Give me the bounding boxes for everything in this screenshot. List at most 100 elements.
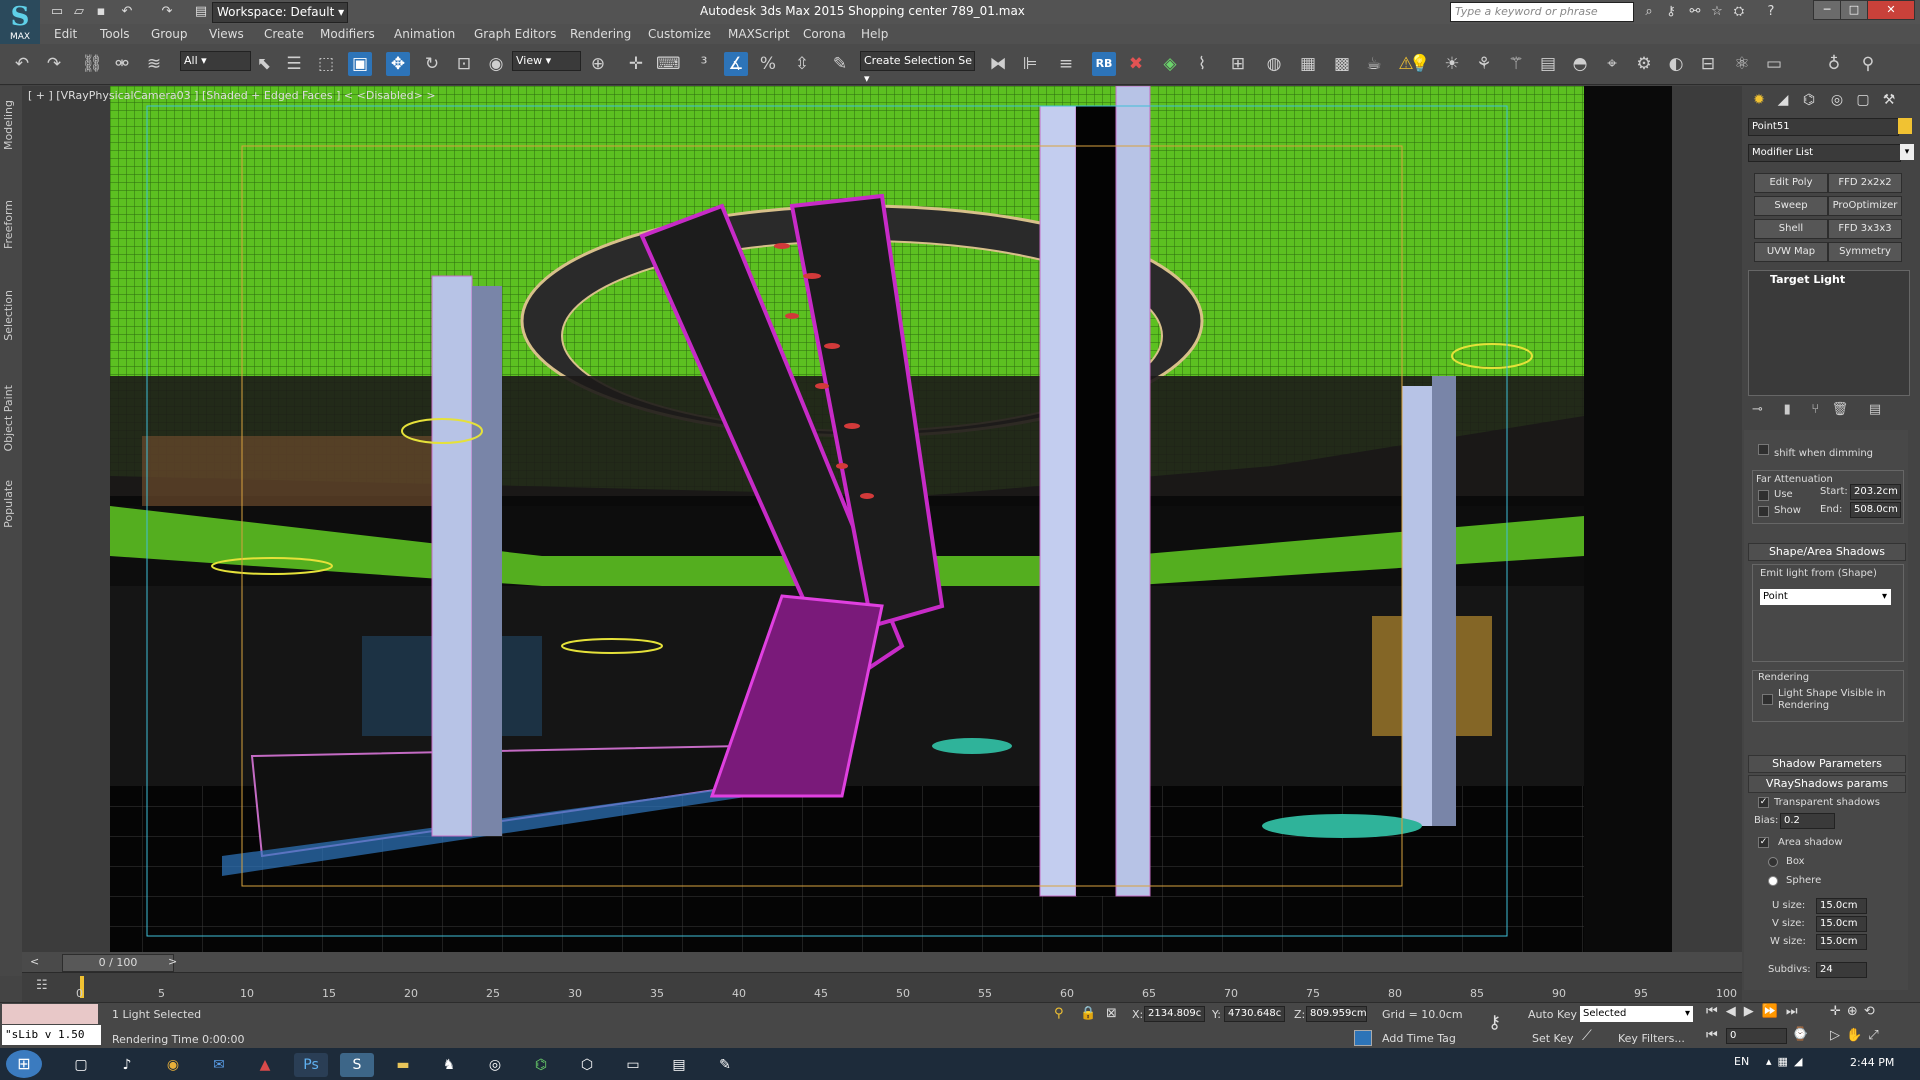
material-editor-icon[interactable]: ◍ xyxy=(1262,52,1286,76)
tray-volume-icon[interactable]: ◢ xyxy=(1794,1055,1808,1068)
workspace-dropdown[interactable]: Workspace: Default ▾ xyxy=(212,2,348,23)
graphite-tools-icon[interactable]: ✖ xyxy=(1124,52,1148,76)
angle-snap-icon[interactable]: ∡ xyxy=(724,52,748,76)
absolute-mode-icon[interactable]: ⊠ xyxy=(1106,1006,1117,1021)
snaps-toggle-icon[interactable]: ³ xyxy=(692,52,716,76)
vray-fur-icon[interactable]: ⚚ xyxy=(1504,52,1528,76)
isolate-selection-icon[interactable]: ⚲ xyxy=(1054,1006,1064,1021)
viewport-label-menu[interactable]: [ + ] [VRayPhysicalCamera03 ] [Shaded + … xyxy=(28,89,436,102)
mirror-icon[interactable]: ⧓ xyxy=(986,52,1010,76)
vray-settings-icon[interactable]: ⊟ xyxy=(1696,52,1720,76)
taskbar-3dsmax-icon[interactable]: S xyxy=(340,1053,374,1077)
render-production-icon[interactable]: ☕ xyxy=(1362,52,1386,76)
time-slider-next[interactable]: > xyxy=(168,955,177,968)
taskbar-app-icon[interactable]: ♞ xyxy=(432,1053,466,1077)
light-shape-visible-checkbox[interactable] xyxy=(1762,694,1773,705)
tray-arrow-icon[interactable]: ▴ xyxy=(1766,1055,1778,1068)
vray-dome-icon[interactable]: ⚲ xyxy=(1856,52,1880,76)
sphere-radio[interactable] xyxy=(1768,876,1778,886)
windows-start-icon[interactable]: ⊞ xyxy=(6,1050,42,1078)
modifier-edit-poly-button[interactable]: Edit Poly xyxy=(1754,173,1828,193)
make-unique-icon[interactable]: ⑂ xyxy=(1811,402,1819,417)
taskbar-explorer-icon[interactable]: ▢ xyxy=(64,1053,98,1077)
dimming-checkbox[interactable] xyxy=(1758,444,1769,455)
menu-tools[interactable]: Tools xyxy=(100,27,130,41)
key-mode-toggle-icon[interactable]: ⏮ xyxy=(1706,1028,1718,1043)
tab-object-paint[interactable]: Object Paint xyxy=(2,385,15,452)
menu-create[interactable]: Create xyxy=(264,27,304,41)
open-file-icon[interactable]: ▱ xyxy=(70,3,88,21)
maximize-button[interactable]: □ xyxy=(1840,0,1868,20)
search-input[interactable]: Type a keyword or phrase xyxy=(1450,2,1634,22)
scale-icon[interactable]: ⊡ xyxy=(452,52,476,76)
keyboard-shortcut-icon[interactable]: ⌨ xyxy=(656,52,681,76)
default-in-out-tangent-icon[interactable]: ⟋ xyxy=(1582,1028,1592,1044)
taskbar-photoshop-icon[interactable]: Ps xyxy=(294,1053,328,1077)
time-configuration-icon[interactable]: ⌚ xyxy=(1792,1027,1808,1042)
modifier-list-dropdown[interactable]: Modifier List xyxy=(1748,144,1901,162)
tab-freeform[interactable]: Freeform xyxy=(2,200,15,249)
menu-views[interactable]: Views xyxy=(209,27,244,41)
zoom-icon[interactable]: ✛ xyxy=(1830,1004,1847,1019)
binoculars-icon[interactable]: ⌕ xyxy=(1640,3,1658,21)
stack-item-target-light[interactable]: Target Light xyxy=(1752,273,1920,287)
maximize-viewport-icon[interactable]: ⤢ xyxy=(1868,1028,1884,1043)
star-icon[interactable]: ☆ xyxy=(1708,3,1726,21)
rotate-icon[interactable]: ↻ xyxy=(420,52,444,76)
vray-material-icon[interactable]: ◐ xyxy=(1664,52,1688,76)
vray-plane-icon[interactable]: ▤ xyxy=(1536,52,1560,76)
add-time-tag[interactable]: Add Time Tag xyxy=(1382,1032,1456,1045)
subdivs-field[interactable]: 24 xyxy=(1816,962,1867,978)
new-file-icon[interactable]: ▭ xyxy=(48,3,66,21)
go-to-end-icon[interactable]: ⏭ xyxy=(1786,1004,1806,1019)
app-menu-button[interactable]: S MAX xyxy=(0,0,40,44)
tab-populate[interactable]: Populate xyxy=(2,480,15,528)
modifier-ffd-2x2x2-button[interactable]: FFD 2x2x2 xyxy=(1828,173,1902,193)
time-slider-thumb[interactable]: 0 / 100 xyxy=(62,954,174,972)
menu-rendering[interactable]: Rendering xyxy=(570,27,631,41)
vray-frame-buffer-icon[interactable]: ⚙ xyxy=(1632,52,1656,76)
modifier-ffd-3x3x3-button[interactable]: FFD 3x3x3 xyxy=(1828,219,1902,239)
close-button[interactable]: ✕ xyxy=(1867,0,1915,20)
key-set-dropdown[interactable]: Selected ▾ xyxy=(1580,1006,1693,1022)
project-folder-icon[interactable]: ▤ xyxy=(192,3,210,21)
area-shadow-checkbox[interactable]: ✓ xyxy=(1758,837,1769,848)
go-to-start-icon[interactable]: ⏮ xyxy=(1706,1004,1726,1019)
modifier-shell-button[interactable]: Shell xyxy=(1754,219,1828,239)
x-coordinate-field[interactable]: 2134.809c xyxy=(1144,1006,1205,1022)
curve-editor-mini-icon[interactable]: ☷ xyxy=(36,978,48,993)
menu-animation[interactable]: Animation xyxy=(394,27,455,41)
taskbar-monitor-icon[interactable]: ▭ xyxy=(616,1053,650,1077)
far-start-field[interactable]: 203.2cm xyxy=(1850,484,1901,500)
vray-ies-icon[interactable]: ♁ xyxy=(1822,52,1846,76)
menu-group[interactable]: Group xyxy=(151,27,188,41)
rb-plugin-button[interactable]: RB xyxy=(1092,52,1116,76)
taskbar-folder-icon[interactable]: ▬ xyxy=(386,1053,420,1077)
menu-maxscript[interactable]: MAXScript xyxy=(728,27,790,41)
shadow-parameters-rollout[interactable]: Shadow Parameters xyxy=(1748,755,1906,773)
undo-icon[interactable]: ↶ xyxy=(10,52,34,76)
select-object-icon[interactable]: ⬉ xyxy=(252,52,276,76)
orbit-icon[interactable]: ⟲ xyxy=(1864,1004,1881,1019)
previous-frame-icon[interactable]: ◀ xyxy=(1726,1004,1744,1019)
v-size-field[interactable]: 15.0cm xyxy=(1816,916,1867,932)
time-slider-prev[interactable]: < xyxy=(30,955,39,968)
u-size-field[interactable]: 15.0cm xyxy=(1816,898,1867,914)
track-bar[interactable] xyxy=(22,972,1742,1003)
taskbar-outlook-icon[interactable]: ✉ xyxy=(202,1053,236,1077)
schematic-view-icon[interactable]: ⊞ xyxy=(1226,52,1250,76)
tab-selection[interactable]: Selection xyxy=(2,290,15,341)
select-by-name-icon[interactable]: ☰ xyxy=(282,52,306,76)
taskbar-notepad-icon[interactable]: ▤ xyxy=(662,1053,696,1077)
key-filters-button[interactable]: Key Filters... xyxy=(1618,1032,1685,1045)
object-color-swatch[interactable] xyxy=(1898,118,1912,134)
set-key-button[interactable]: Set Key xyxy=(1532,1032,1574,1045)
display-tab-icon[interactable]: ▢ xyxy=(1852,90,1874,110)
time-slider[interactable] xyxy=(22,952,1742,972)
edit-named-selection-icon[interactable]: ✎ xyxy=(828,52,852,76)
transparent-shadows-checkbox[interactable]: ✓ xyxy=(1758,797,1769,808)
far-end-field[interactable]: 508.0cm xyxy=(1850,502,1901,518)
minimize-button[interactable]: ─ xyxy=(1813,0,1841,20)
emit-light-dropdown[interactable]: Point ▾ xyxy=(1760,589,1891,605)
modify-tab-icon[interactable]: ◢ xyxy=(1772,90,1794,110)
